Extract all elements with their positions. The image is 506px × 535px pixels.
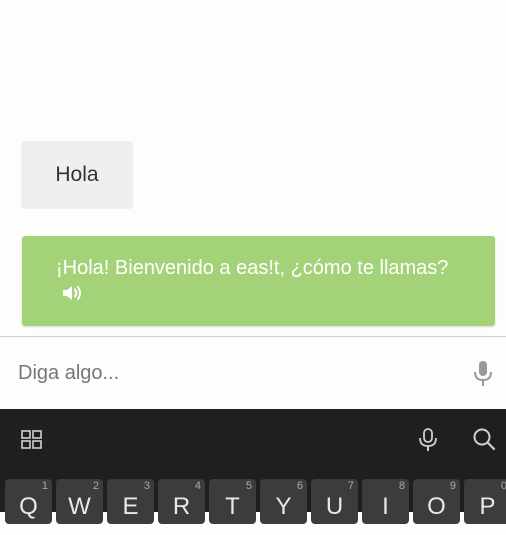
speaker-icon[interactable] (62, 284, 84, 309)
user-message-text: Hola (55, 162, 99, 186)
key-label: W (68, 493, 91, 520)
key-label: I (382, 493, 389, 520)
microphone-icon[interactable] (472, 360, 494, 388)
key-w[interactable]: 2W (56, 479, 103, 524)
key-hint: 8 (398, 480, 405, 492)
message-input-bar (0, 337, 506, 409)
microphone-icon[interactable] (418, 427, 438, 458)
bot-message-text: ¡Hola! Bienvenido a eas!t, ¿cómo te llam… (56, 257, 449, 279)
key-y[interactable]: 6Y (260, 479, 307, 524)
key-p[interactable]: 0P (464, 479, 506, 524)
key-hint: 2 (92, 480, 99, 492)
chat-area: Hola ¡Hola! Bienvenido a eas!t, ¿cómo te… (0, 0, 506, 336)
keyboard-key-row: 1Q 2W 3E 4R 5T 6Y 7U 8I 9O 0P (0, 479, 506, 524)
key-hint: 6 (296, 480, 303, 492)
key-label: U (325, 493, 344, 520)
key-label: T (225, 493, 240, 520)
key-hint: 1 (41, 480, 48, 492)
key-r[interactable]: 4R (158, 479, 205, 524)
key-hint: 3 (143, 480, 150, 492)
key-e[interactable]: 3E (107, 479, 154, 524)
keyboard-toolbar (0, 409, 506, 471)
key-u[interactable]: 7U (311, 479, 358, 524)
key-o[interactable]: 9O (413, 479, 460, 524)
key-label: Q (19, 493, 38, 520)
bot-message-bubble: ¡Hola! Bienvenido a eas!t, ¿cómo te llam… (22, 236, 495, 326)
key-hint: 5 (245, 480, 252, 492)
key-i[interactable]: 8I (362, 479, 409, 524)
key-t[interactable]: 5T (209, 479, 256, 524)
user-message-bubble: Hola (21, 141, 133, 208)
key-label: E (122, 493, 139, 520)
apps-grid-icon[interactable] (21, 430, 42, 454)
key-label: O (427, 493, 446, 520)
message-input[interactable] (0, 337, 460, 409)
key-label: R (172, 493, 191, 520)
key-hint: 9 (449, 480, 456, 492)
key-hint: 0 (500, 480, 506, 492)
key-hint: 7 (347, 480, 354, 492)
key-hint: 4 (194, 480, 201, 492)
keyboard: 1Q 2W 3E 4R 5T 6Y 7U 8I 9O 0P (0, 409, 506, 524)
key-label: P (479, 493, 496, 520)
key-q[interactable]: 1Q (5, 479, 52, 524)
search-icon[interactable] (472, 427, 496, 456)
key-label: Y (275, 493, 292, 520)
